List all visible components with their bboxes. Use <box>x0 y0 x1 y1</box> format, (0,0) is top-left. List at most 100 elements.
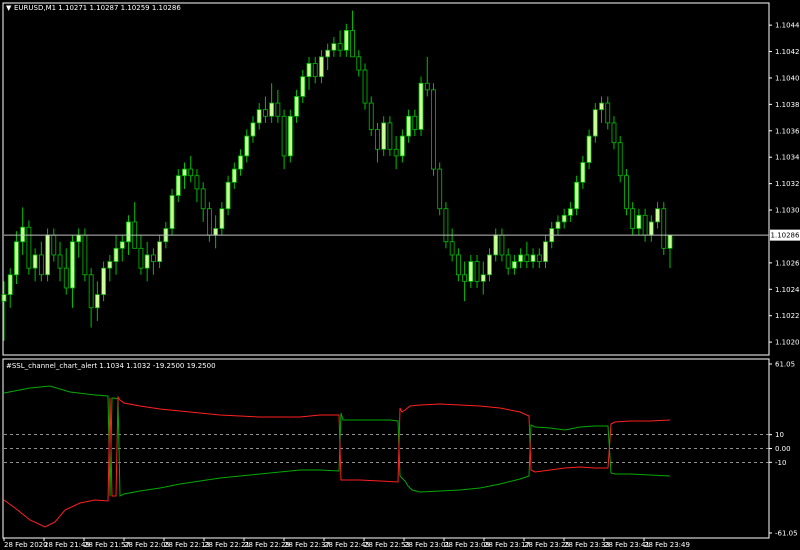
candle <box>45 228 50 282</box>
y-tick-label: 1.10365 <box>775 127 800 135</box>
candle <box>238 149 243 176</box>
y-tick-label: 1.10425 <box>775 48 800 56</box>
candle <box>325 43 331 71</box>
candle <box>312 56 318 84</box>
candle <box>182 162 187 189</box>
candle <box>555 215 561 236</box>
candle <box>175 169 181 203</box>
candle <box>343 23 349 57</box>
candle <box>26 220 32 275</box>
candle <box>630 202 636 236</box>
candle <box>530 248 536 269</box>
y-tick-label: 1.10385 <box>775 101 800 109</box>
indicator-y-tick-label: 61.05 <box>775 361 795 369</box>
candle <box>225 175 231 216</box>
candle <box>511 254 517 275</box>
candle <box>437 162 443 216</box>
candle <box>574 175 580 216</box>
candle <box>207 202 212 242</box>
symbol-label: EURUSD,M1 1.10271 1.10287 1.10259 1.1028… <box>14 4 181 12</box>
candle <box>57 241 63 282</box>
candle <box>586 129 592 170</box>
candle <box>32 248 38 282</box>
symbol-dropdown-icon[interactable]: ▼ <box>6 4 12 12</box>
candle <box>337 30 343 57</box>
candle <box>443 202 449 249</box>
candle <box>462 261 467 302</box>
candle <box>14 231 19 284</box>
candle <box>412 109 418 137</box>
time-axis: 28 Feb 202028 Feb 21:4928 Feb 21:5728 Fe… <box>3 538 690 549</box>
candle <box>661 202 667 255</box>
y-tick-label: 1.10325 <box>775 180 800 188</box>
time-tick-label: 28 Feb 23:49 <box>644 541 690 549</box>
candle <box>406 109 411 143</box>
main-panel-frame <box>2 2 770 356</box>
candle <box>431 83 436 176</box>
time-tick-label: 28 Feb 2020 <box>4 541 48 549</box>
candle <box>188 155 194 183</box>
candle <box>499 228 505 262</box>
candle <box>256 103 262 130</box>
candle <box>375 122 380 163</box>
candle <box>82 228 88 282</box>
candle <box>518 248 524 269</box>
candle <box>399 129 405 163</box>
candle <box>505 248 511 275</box>
candle <box>94 281 100 321</box>
candle <box>231 162 237 189</box>
candle <box>605 96 611 130</box>
indicator-y-tick-label: -61.05 <box>775 530 798 538</box>
candle <box>263 96 268 123</box>
candle <box>294 89 299 123</box>
candle <box>543 235 548 269</box>
y-tick-label: 1.10345 <box>775 154 800 162</box>
candle <box>76 228 82 258</box>
candle <box>387 116 393 156</box>
candle <box>487 248 492 282</box>
candle <box>493 228 499 262</box>
y-tick-label: 1.10265 <box>775 259 800 267</box>
candle <box>157 235 163 269</box>
candle <box>281 109 287 170</box>
candle <box>480 261 486 295</box>
candle <box>319 50 324 84</box>
candle <box>524 241 530 269</box>
indicator-y-axis: 61.05 10 0.00 -10 -61.05 <box>769 361 798 538</box>
candle <box>636 208 642 236</box>
y-tick-label: 1.10305 <box>775 207 800 215</box>
indicator-label: #SSL_channel_chart_alert 1.1034 1.1032 -… <box>6 362 216 370</box>
candle <box>132 202 138 249</box>
candle <box>667 234 673 269</box>
candle <box>269 83 275 123</box>
candle <box>648 215 654 242</box>
candle <box>250 116 256 143</box>
candle <box>300 70 306 104</box>
candle <box>219 202 225 236</box>
indicator-y-tick-label: -10 <box>775 459 786 467</box>
candle <box>424 56 430 97</box>
candle <box>468 254 474 288</box>
candle <box>7 268 13 308</box>
candle <box>138 235 144 275</box>
candle <box>70 235 75 308</box>
candle <box>38 241 44 282</box>
candle <box>568 202 573 222</box>
candle <box>580 155 586 189</box>
candle <box>244 129 250 163</box>
candle <box>306 56 312 90</box>
candle <box>455 248 461 282</box>
candle <box>144 241 150 282</box>
candle <box>20 207 26 255</box>
candle <box>561 208 567 229</box>
candle <box>611 116 617 150</box>
candle <box>642 208 648 242</box>
candles-layer <box>1 10 673 341</box>
candle <box>617 136 623 183</box>
indicator-y-tick-label: 10 <box>775 431 784 439</box>
candle <box>331 37 337 57</box>
candle <box>381 116 387 156</box>
indicator-y-tick-label: 0.00 <box>775 445 791 453</box>
candle <box>362 63 368 110</box>
candle <box>356 50 362 77</box>
